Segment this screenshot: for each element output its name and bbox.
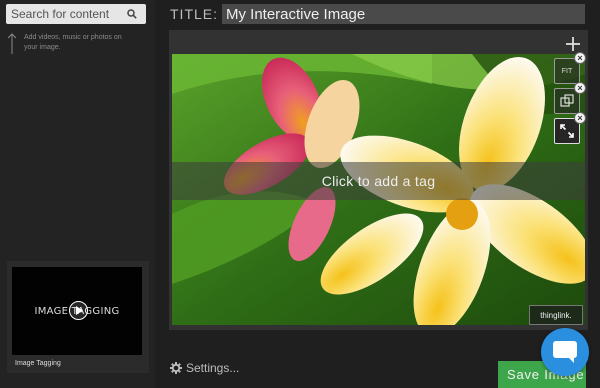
interactive-image[interactable]: Click to add a tag [172,54,585,325]
chat-button[interactable] [541,328,589,376]
search-input[interactable] [6,7,124,21]
add-tag-button[interactable] [563,34,583,54]
close-icon[interactable]: × [574,52,586,64]
search-box[interactable] [6,4,146,24]
fit-button[interactable]: FIT × [554,52,586,84]
close-icon[interactable]: × [574,82,586,94]
gear-icon [170,362,182,374]
video-card[interactable]: IMAGE TAGGING Image Tagging [7,261,149,373]
arrow-up-icon [7,33,17,54]
image-panel: Click to add a tag [169,30,588,330]
video-caption: Image Tagging [15,360,61,367]
title-label: TITLE: [170,6,219,22]
settings-link[interactable]: Settings... [170,361,239,375]
add-tag-text: Click to add a tag [321,173,436,189]
hint-text: Add videos, music or photos on your imag… [24,34,122,51]
chat-icon [553,341,577,363]
close-icon[interactable]: × [574,112,586,124]
thinglink-badge[interactable]: thinglink. [529,305,583,325]
plus-icon [566,37,580,51]
fullscreen-icon [560,124,574,138]
duplicate-icon [560,94,574,107]
fit-icon: FIT [561,67,573,75]
video-thumbnail[interactable]: IMAGE TAGGING [12,267,142,355]
settings-label: Settings... [186,361,240,375]
search-icon[interactable] [124,6,140,22]
title-input[interactable] [222,4,585,24]
duplicate-button[interactable]: × [554,82,586,114]
fullscreen-button[interactable]: × [554,112,586,144]
add-tag-prompt[interactable]: Click to add a tag [172,162,585,200]
content-sidebar: Add videos, music or photos on your imag… [0,0,155,388]
add-content-hint: Add videos, music or photos on your imag… [6,32,134,56]
play-icon[interactable] [69,301,88,320]
